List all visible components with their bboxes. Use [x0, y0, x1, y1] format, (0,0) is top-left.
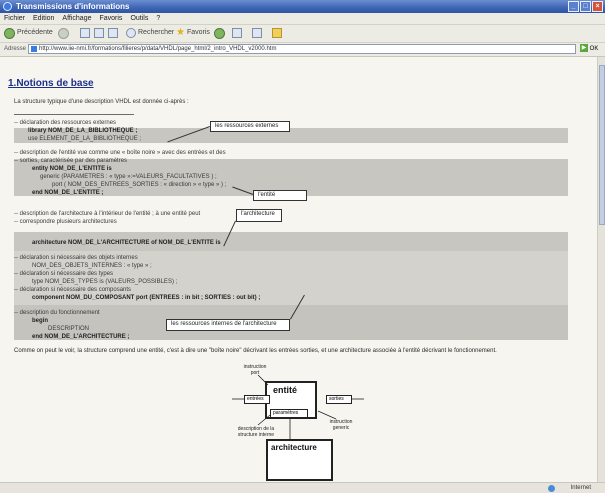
favorites-button[interactable]: ★ Favoris	[176, 27, 210, 39]
code-line: NOM_DES_OBJETS_INTERNES : « type » ;	[32, 263, 152, 269]
toolbar: Précédente Rechercher ★ Favoris	[0, 25, 605, 43]
code-line: begin	[32, 318, 48, 324]
menu-view[interactable]: Affichage	[58, 13, 95, 24]
architecture-box: architecture	[266, 439, 333, 481]
title-bar: Transmissions d'informations _ □ ×	[0, 0, 605, 13]
menu-help[interactable]: ?	[152, 13, 164, 24]
search-label: Rechercher	[138, 29, 175, 36]
stop-icon	[80, 28, 90, 38]
page-content: 1.Notions de base La structure typique d…	[0, 57, 597, 482]
back-button[interactable]: Précédente	[4, 27, 53, 39]
history-button[interactable]	[214, 27, 225, 39]
code-line: library NOM_DE_LA_BIBLIOTHEQUE ;	[28, 128, 138, 134]
folder-button[interactable]	[272, 27, 282, 39]
print-icon	[252, 28, 262, 38]
code-line: port ( NOM_DES_ENTREES_SORTIES : « direc…	[52, 182, 227, 188]
print-button[interactable]	[252, 27, 262, 39]
internet-zone-icon	[548, 485, 555, 492]
forward-button[interactable]	[58, 27, 69, 39]
outputs-port: sorties	[326, 395, 352, 404]
browser-logo-icon	[3, 2, 12, 11]
history-icon	[214, 27, 225, 39]
code-line: entity NOM_DE_L'ENTITE is	[32, 166, 112, 172]
code-comment: -- déclaration si nécessaire des types	[14, 271, 114, 277]
go-button[interactable]: ▶ OK	[580, 44, 602, 54]
callout-entity: l'entité	[253, 190, 307, 201]
forward-arrow-icon	[58, 27, 69, 39]
entity-title: entité	[273, 385, 298, 395]
instruction-generic-label: instruction generic	[329, 419, 353, 431]
address-url: http://www.iie-nmi.fr/formations/filiere…	[39, 46, 277, 52]
scrollbar-thumb[interactable]	[599, 65, 605, 225]
maximize-button[interactable]: □	[580, 1, 591, 12]
favorites-star-icon: ★	[176, 27, 185, 38]
menu-tools[interactable]: Outils	[126, 13, 152, 24]
code-comment: -- description du fonctionnement	[14, 310, 100, 316]
parameters-port: paramètres	[270, 409, 308, 418]
back-arrow-icon	[4, 27, 15, 39]
divider	[14, 114, 134, 115]
back-label: Précédente	[17, 29, 53, 36]
menu-bar: Fichier Edition Affichage Favoris Outils…	[0, 13, 605, 25]
code-comment: -- déclaration si nécessaire des composa…	[14, 287, 132, 293]
address-input[interactable]: http://www.iie-nmi.fr/formations/filiere…	[28, 44, 576, 54]
description-label: description de la structure interne	[237, 426, 275, 438]
mail-icon	[232, 28, 242, 38]
code-comment: -- sorties, caractérisée par des paramèt…	[14, 158, 128, 164]
mail-button[interactable]	[232, 27, 242, 39]
home-icon	[108, 28, 118, 38]
callout-architecture: l'architecture	[236, 209, 282, 222]
browser-window: Transmissions d'informations _ □ × Fichi…	[0, 0, 605, 493]
entries-port: entrées	[244, 395, 270, 404]
status-zone: Internet	[570, 485, 591, 491]
summary-text: Comme on peut le voir, la structure comp…	[14, 348, 497, 354]
refresh-icon	[94, 28, 104, 38]
search-button[interactable]: Rechercher	[126, 27, 174, 39]
address-label: Adresse	[4, 46, 27, 52]
minimize-button[interactable]: _	[568, 1, 579, 12]
stop-button[interactable]	[80, 27, 90, 39]
go-label: OK	[589, 46, 599, 52]
code-line: architecture NOM_DE_L'ARCHITECTURE of NO…	[32, 240, 221, 246]
code-line: use ELEMENT_DE_LA_BIBLIOTHEQUE ;	[28, 136, 142, 142]
code-comment: -- déclaration si nécessaire des objets …	[14, 255, 138, 261]
page-icon	[31, 46, 37, 52]
home-button[interactable]	[108, 27, 118, 39]
status-bar: Internet	[0, 482, 605, 493]
go-arrow-icon: ▶	[580, 44, 588, 53]
code-comment: -- correspondre plusieurs architectures	[14, 219, 117, 225]
code-line: component NOM_DU_COMPOSANT port (ENTREES…	[32, 295, 261, 301]
code-line: type NOM_DES_TYPES is (VALEURS_POSSIBLES…	[32, 279, 178, 285]
intro-text: La structure typique d'une description V…	[14, 99, 189, 105]
address-bar: Adresse http://www.iie-nmi.fr/formations…	[0, 43, 605, 57]
folder-icon	[272, 28, 282, 38]
vertical-scrollbar[interactable]	[597, 57, 605, 482]
code-comment: -- déclaration des ressources externes	[14, 120, 117, 126]
callout-external-resources: les ressources externes	[210, 121, 290, 132]
code-comment: -- description de l'entité vue comme une…	[14, 150, 226, 156]
search-icon	[126, 28, 136, 38]
refresh-button[interactable]	[94, 27, 104, 39]
callout-internal-resources: les ressources internes de l'architectur…	[166, 319, 290, 331]
page-heading: 1.Notions de base	[8, 78, 94, 89]
close-button[interactable]: ×	[592, 1, 603, 12]
window-title: Transmissions d'informations	[16, 2, 130, 11]
code-line: end NOM_DE_L'ARCHITECTURE ;	[32, 334, 130, 340]
architecture-title: architecture	[271, 443, 317, 452]
instruction-port-label: instruction port	[243, 364, 267, 376]
menu-favorites[interactable]: Favoris	[95, 13, 126, 24]
code-line: end NOM_DE_L'ENTITE ;	[32, 190, 104, 196]
code-line: generic (PARAMETRES : « type »:=VALEURS_…	[40, 174, 217, 180]
menu-edit[interactable]: Edition	[29, 13, 58, 24]
menu-file[interactable]: Fichier	[0, 13, 29, 24]
code-line: DESCRIPTION	[48, 326, 90, 332]
code-comment: -- description de l'architecture à l'int…	[14, 211, 201, 217]
favorites-label: Favoris	[186, 29, 210, 36]
